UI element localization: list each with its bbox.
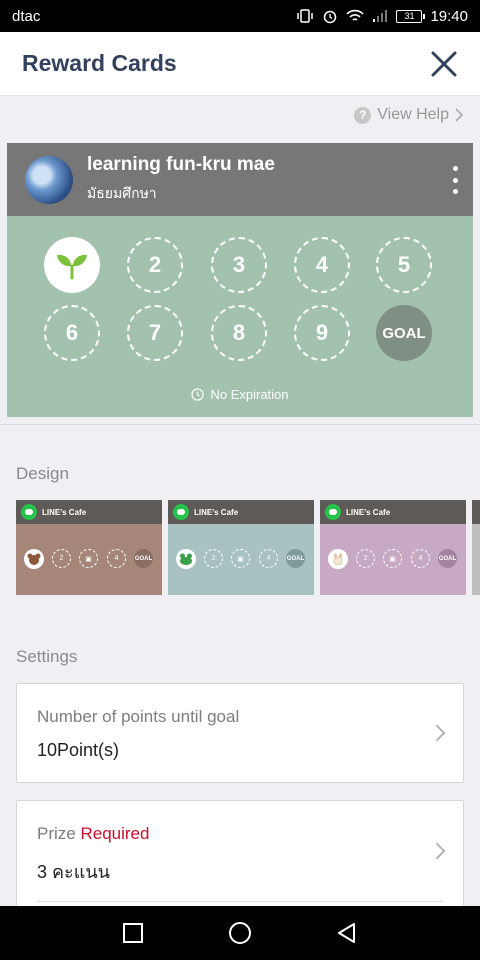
status-icons: 31 19:40 <box>296 8 468 25</box>
triangle-back-icon <box>337 923 355 943</box>
stamp-4: 4 <box>294 237 350 293</box>
line-logo-icon <box>173 504 189 520</box>
stamp-3: 3 <box>211 237 267 293</box>
card-subtitle: มัธยมศึกษา <box>87 185 157 201</box>
close-icon <box>431 51 457 76</box>
expiration-label: No Expiration <box>210 387 289 402</box>
prize-setting[interactable]: Prize Required 3 คะแนน <box>16 800 464 920</box>
battery-icon: 31 <box>396 9 426 23</box>
help-icon: ? <box>354 106 372 124</box>
settings-section-title: Settings <box>16 647 78 666</box>
gift-icon: ▣ <box>383 549 402 568</box>
home-button[interactable] <box>220 913 260 953</box>
view-help-label: View Help <box>377 106 449 123</box>
points-value: 10Point(s) <box>37 740 120 760</box>
line-logo-icon <box>325 504 341 520</box>
card-header: learning fun-kru mae มัธยมศึกษา <box>7 143 473 216</box>
page-title: Reward Cards <box>22 50 177 76</box>
view-help-link[interactable]: ? View Help <box>354 106 464 124</box>
stamp-1 <box>44 237 100 293</box>
design-option-brown[interactable]: LINE's Cafe 2 ▣ 4 GOAL <box>16 500 162 595</box>
line-logo-icon <box>21 504 37 520</box>
app-header: Reward Cards <box>0 32 480 96</box>
carrier-label: dtac <box>12 7 41 25</box>
square-icon <box>123 923 144 943</box>
gift-icon: ▣ <box>79 549 98 568</box>
vibrate-icon <box>296 9 314 23</box>
recent-apps-button[interactable] <box>113 913 153 953</box>
stamp-7: 7 <box>127 305 183 361</box>
design-section-title: Design <box>16 464 69 483</box>
signal-icon <box>372 9 388 23</box>
card-name: learning fun-kru mae <box>87 154 275 175</box>
bunny-icon <box>328 549 348 569</box>
stamp-6: 6 <box>44 305 100 361</box>
close-button[interactable] <box>428 48 460 80</box>
prize-label: Prize Required <box>37 824 150 843</box>
gift-icon: ▣ <box>231 549 250 568</box>
stamp-2: 2 <box>127 237 183 293</box>
design-option-teal[interactable]: LINE's Cafe 2 ▣ 4 GOAL <box>168 500 314 595</box>
wifi-icon <box>346 9 365 23</box>
stamp-9: 9 <box>294 305 350 361</box>
frog-icon <box>176 549 196 569</box>
chevron-right-icon <box>428 724 446 742</box>
stamp-8: 8 <box>211 305 267 361</box>
chevron-right-icon <box>455 108 464 122</box>
circle-icon <box>228 922 251 944</box>
design-option-grey[interactable] <box>472 500 480 595</box>
reward-card-preview: learning fun-kru mae มัธยมศึกษา 2 3 4 5 … <box>7 143 473 417</box>
sprout-icon <box>57 254 87 280</box>
bear-icon <box>24 549 44 569</box>
stamp-5: 5 <box>376 237 432 293</box>
alarm-icon <box>322 8 338 24</box>
points-until-goal-setting[interactable]: Number of points until goal 10Point(s) <box>16 683 464 783</box>
back-button[interactable] <box>327 913 367 953</box>
system-nav-bar <box>0 906 480 960</box>
section-divider <box>0 424 480 425</box>
design-options: LINE's Cafe 2 ▣ 4 GOAL LINE's Cafe 2 ▣ 4… <box>16 500 480 595</box>
more-vert-icon[interactable] <box>447 163 463 197</box>
required-badge: Required <box>80 824 150 843</box>
design-option-pink[interactable]: LINE's Cafe 2 ▣ 4 GOAL <box>320 500 466 595</box>
clock-icon <box>191 388 205 401</box>
stamp-grid: 2 3 4 5 6 7 8 9 GOAL <box>7 216 473 376</box>
status-bar: dtac 31 19:40 <box>0 0 480 32</box>
row-divider <box>37 901 443 902</box>
prize-value: 3 คะแนน <box>37 862 110 882</box>
points-label: Number of points until goal <box>37 707 240 726</box>
expiration-note: No Expiration <box>7 387 473 402</box>
stamp-goal: GOAL <box>376 305 432 361</box>
chevron-right-icon <box>428 842 446 860</box>
clock-label: 19:40 <box>430 7 468 25</box>
avatar <box>25 155 73 204</box>
